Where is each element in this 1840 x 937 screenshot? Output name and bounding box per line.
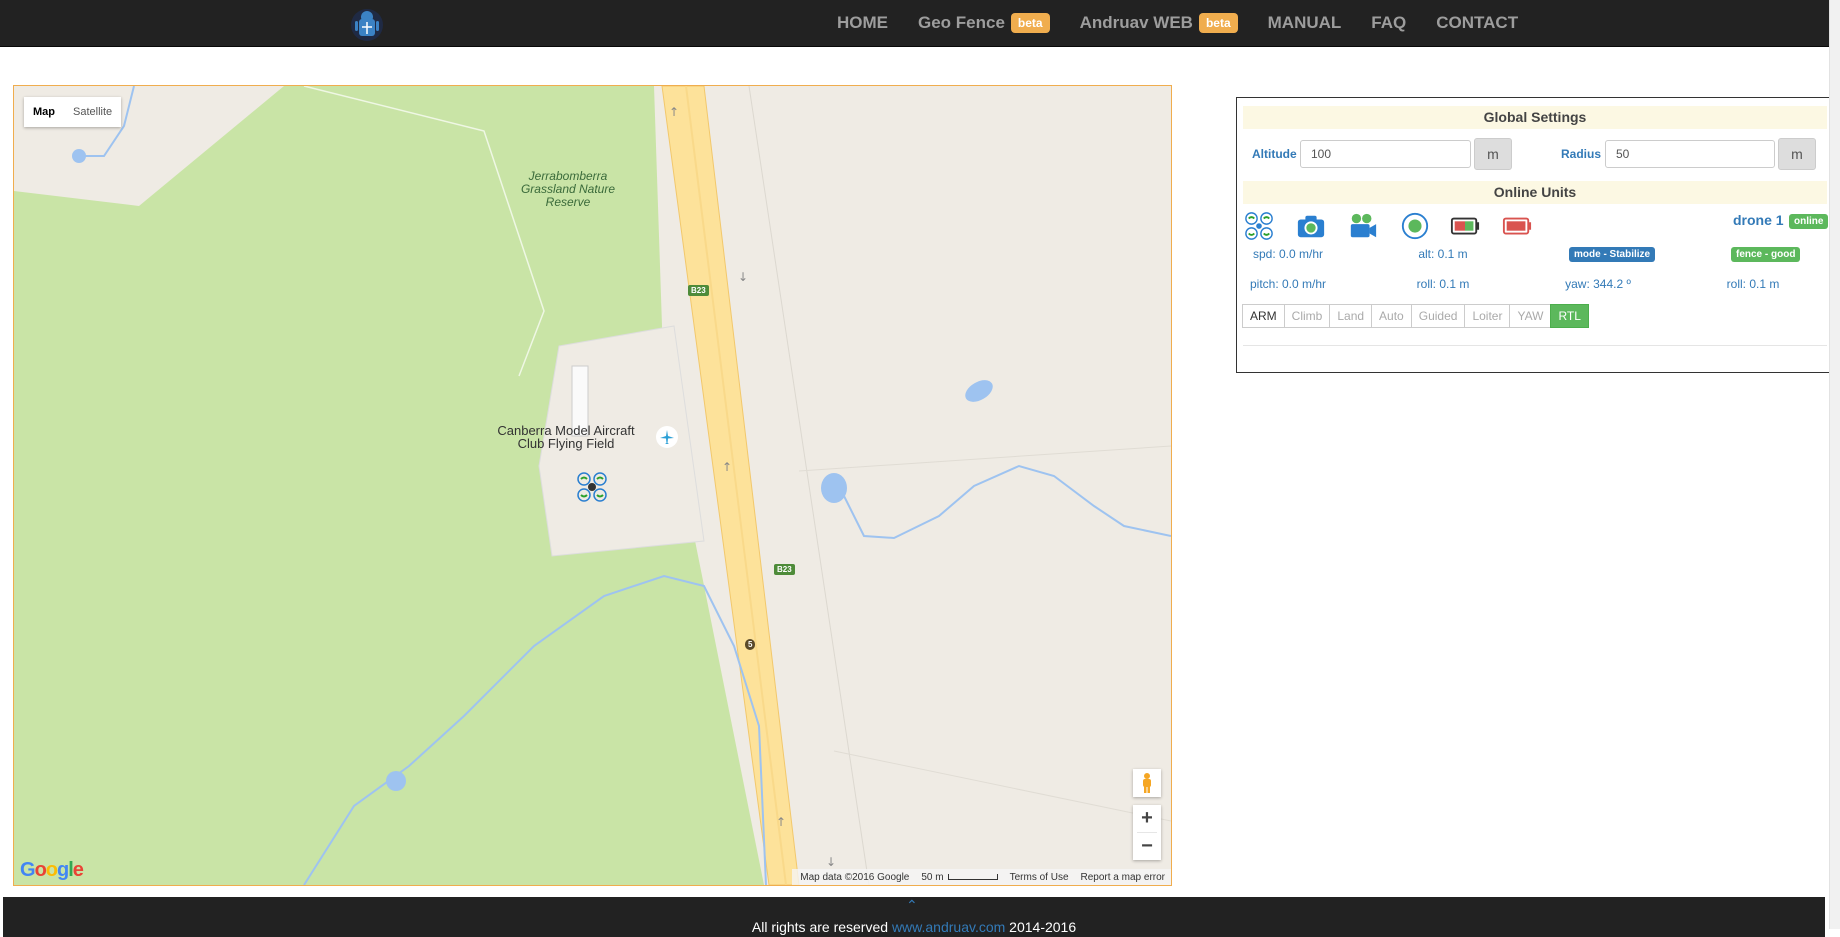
copyright-prefix: All rights are reserved: [751, 919, 892, 935]
flying-field-label: Canberra Model Aircraft Club Flying Fiel…: [486, 424, 646, 450]
radius-input[interactable]: [1605, 140, 1775, 168]
nav-home[interactable]: HOME: [837, 13, 888, 33]
nav-geo-fence[interactable]: Geo Fence beta: [918, 13, 1050, 33]
pitch-readout: pitch: 0.0 m/hr: [1249, 277, 1327, 291]
airfield-icon[interactable]: [655, 425, 679, 449]
map-type-control: Map Satellite: [24, 97, 122, 127]
drone-marker-icon[interactable]: [576, 471, 608, 503]
map-scale-label: 50 m: [921, 871, 944, 883]
map-scale[interactable]: 50 m: [921, 871, 998, 883]
nav-andruav-web[interactable]: Andruav WEB beta: [1080, 13, 1238, 33]
street-view-pegman-icon[interactable]: [1133, 769, 1161, 797]
radius-label: Radius: [1561, 147, 1602, 161]
road-shield-b23: B23: [688, 285, 709, 296]
altitude-label: Altitude: [1252, 147, 1297, 161]
andruav-website-link[interactable]: www.andruav.com: [892, 919, 1005, 935]
video-camera-icon[interactable]: [1347, 211, 1379, 241]
map-data-attribution: Map data ©2016 Google: [800, 871, 910, 883]
altitude-input[interactable]: [1300, 140, 1471, 168]
camera-icon[interactable]: [1295, 211, 1327, 241]
roll-readout: roll: 0.1 m: [1416, 277, 1470, 291]
nature-reserve-label: Jerrabomberra Grassland Nature Reserve: [520, 169, 616, 209]
control-panel: Global Settings Altitude m Radius m Onli…: [1236, 97, 1834, 373]
rtl-button[interactable]: RTL: [1550, 304, 1589, 328]
zoom-in-button[interactable]: +: [1133, 805, 1161, 832]
nav-faq[interactable]: FAQ: [1371, 13, 1406, 33]
svg-text:↑: ↑: [722, 460, 732, 474]
map-type-map-button[interactable]: Map: [24, 97, 64, 127]
land-button[interactable]: Land: [1329, 304, 1373, 328]
nav-manual[interactable]: MANUAL: [1268, 13, 1342, 33]
yaw-button[interactable]: YAW: [1509, 304, 1552, 328]
nav-contact[interactable]: CONTACT: [1436, 13, 1518, 33]
nav-faq-label: FAQ: [1371, 13, 1407, 32]
record-icon[interactable]: [1399, 211, 1431, 241]
global-settings-header: Global Settings: [1243, 106, 1827, 129]
radius-unit: m: [1778, 138, 1816, 170]
zoom-out-button[interactable]: −: [1133, 833, 1161, 860]
flight-mode-badge: mode - Stabilize: [1569, 247, 1656, 262]
climb-button[interactable]: Climb: [1283, 304, 1331, 328]
map-type-satellite-button[interactable]: Satellite: [64, 97, 121, 127]
zoom-control: + −: [1133, 805, 1161, 860]
scale-bar: [947, 874, 998, 880]
andruav-logo-icon[interactable]: [350, 8, 384, 42]
nav-geo-fence-label: Geo Fence: [918, 13, 1005, 32]
nav-home-label: HOME: [837, 13, 888, 32]
roll-readout-secondary: roll: 0.1 m: [1726, 277, 1780, 291]
auto-button[interactable]: Auto: [1371, 304, 1412, 328]
copyright-text: All rights are reserved www.andruav.com …: [3, 919, 1825, 935]
svg-text:↓: ↓: [826, 855, 836, 869]
svg-text:↑: ↑: [669, 105, 679, 119]
guided-button[interactable]: Guided: [1410, 304, 1466, 328]
flight-command-buttons: ARM Climb Land Auto Guided Loiter YAW RT…: [1242, 304, 1589, 328]
speed-readout: spd: 0.0 m/hr: [1252, 247, 1324, 261]
report-map-error-link[interactable]: Report a map error: [1081, 872, 1165, 883]
flying-field-label-line2: Club Flying Field: [517, 436, 615, 451]
footer: ⌃ All rights are reserved www.andruav.co…: [3, 897, 1825, 937]
drone-icon[interactable]: [1243, 211, 1275, 241]
copyright-suffix: 2014-2016: [1005, 919, 1077, 935]
nav-andruav-web-label: Andruav WEB: [1079, 13, 1193, 32]
map-canvas[interactable]: ↑ ↓ ↑ ↑ ↓ Map Satellite Jerrabomberra Gr…: [13, 85, 1172, 886]
road-shield-b23: B23: [774, 564, 795, 575]
map-attribution-bar: Map data ©2016 Google 50 m Terms of Use …: [792, 869, 1171, 885]
svg-text:↓: ↓: [738, 270, 748, 284]
google-logo[interactable]: Google: [20, 859, 84, 882]
altitude-readout: alt: 0.1 m: [1418, 247, 1468, 261]
beta-badge: beta: [1198, 13, 1238, 33]
panel-divider: [1243, 345, 1827, 346]
nav-manual-label: MANUAL: [1267, 13, 1342, 32]
altitude-unit: m: [1474, 138, 1512, 170]
online-units-header: Online Units: [1243, 181, 1827, 204]
battery-good-icon: [1450, 217, 1480, 235]
scroll-up-icon[interactable]: ⌃: [906, 897, 918, 914]
arm-button[interactable]: ARM: [1242, 304, 1285, 328]
main-nav: HOME Geo Fence beta Andruav WEB beta MANUA…: [822, 0, 1533, 46]
nav-contact-label: CONTACT: [1436, 13, 1519, 32]
yaw-readout: yaw: 344.2 º: [1565, 277, 1631, 291]
beta-badge: beta: [1010, 13, 1050, 33]
navbar: HOME Geo Fence beta Andruav WEB beta MANUA…: [0, 0, 1840, 47]
terms-of-use-link[interactable]: Terms of Use: [1010, 872, 1069, 883]
unit-name[interactable]: drone 1: [1733, 212, 1784, 228]
online-status-badge: online: [1789, 214, 1829, 229]
fence-status-badge: fence - good: [1731, 247, 1801, 262]
battery-low-icon: [1502, 217, 1532, 235]
loiter-button[interactable]: Loiter: [1464, 304, 1511, 328]
page-scrollbar[interactable]: [1829, 0, 1840, 929]
svg-text:↑: ↑: [776, 815, 786, 829]
